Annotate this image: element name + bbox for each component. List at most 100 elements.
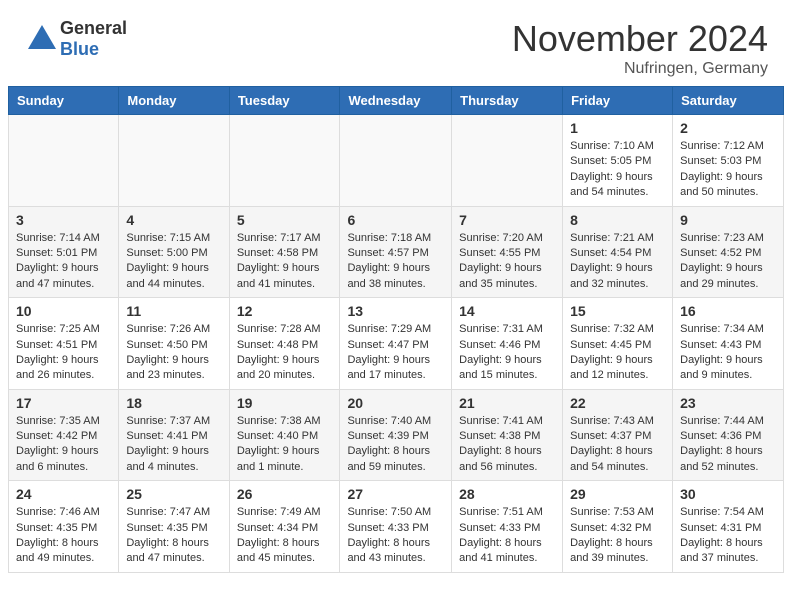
day-number: 19 [237, 395, 333, 411]
day-cell: 16 Sunrise: 7:34 AM Sunset: 4:43 PM Dayli… [673, 298, 784, 390]
day-number: 29 [570, 486, 665, 502]
day-number: 22 [570, 395, 665, 411]
day-cell: 28 Sunrise: 7:51 AM Sunset: 4:33 PM Dayli… [452, 481, 563, 573]
calendar-body: 1 Sunrise: 7:10 AM Sunset: 5:05 PM Daylig… [9, 115, 784, 573]
day-cell: 1 Sunrise: 7:10 AM Sunset: 5:05 PM Daylig… [563, 115, 673, 207]
day-info: Sunrise: 7:34 AM Sunset: 4:43 PM Dayligh… [680, 322, 776, 384]
day-info: Sunrise: 7:46 AM Sunset: 4:35 PM Dayligh… [16, 505, 111, 567]
calendar-table: SundayMondayTuesdayWednesdayThursdayFrid… [8, 86, 784, 573]
day-cell: 29 Sunrise: 7:53 AM Sunset: 4:32 PM Dayli… [563, 481, 673, 573]
day-header-wednesday: Wednesday [340, 87, 452, 115]
day-cell: 12 Sunrise: 7:28 AM Sunset: 4:48 PM Dayli… [229, 298, 340, 390]
day-cell: 7 Sunrise: 7:20 AM Sunset: 4:55 PM Daylig… [452, 206, 563, 298]
day-info: Sunrise: 7:53 AM Sunset: 4:32 PM Dayligh… [570, 505, 665, 567]
week-row-3: 10Sunrise: 7:25 AM Sunset: 4:51 PM Dayli… [9, 298, 784, 390]
day-cell: 4Sunrise: 7:15 AM Sunset: 5:00 PM Daylig… [119, 206, 229, 298]
day-cell: 26Sunrise: 7:49 AM Sunset: 4:34 PM Dayli… [229, 481, 340, 573]
day-info: Sunrise: 7:14 AM Sunset: 5:01 PM Dayligh… [16, 231, 111, 293]
day-cell: 5 Sunrise: 7:17 AM Sunset: 4:58 PM Daylig… [229, 206, 340, 298]
day-cell: 11 Sunrise: 7:26 AM Sunset: 4:50 PM Dayli… [119, 298, 229, 390]
day-cell: 22Sunrise: 7:43 AM Sunset: 4:37 PM Dayli… [563, 389, 673, 481]
day-number: 28 [459, 486, 555, 502]
day-cell: 10Sunrise: 7:25 AM Sunset: 4:51 PM Dayli… [9, 298, 119, 390]
day-info: Sunrise: 7:32 AM Sunset: 4:45 PM Dayligh… [570, 322, 665, 384]
day-number: 18 [126, 395, 221, 411]
day-info: Sunrise: 7:35 AM Sunset: 4:42 PM Dayligh… [16, 414, 111, 476]
day-number: 24 [16, 486, 111, 502]
day-cell: 14Sunrise: 7:31 AM Sunset: 4:46 PM Dayli… [452, 298, 563, 390]
day-number: 21 [459, 395, 555, 411]
day-number: 4 [126, 212, 221, 228]
day-number: 14 [459, 303, 555, 319]
day-info: Sunrise: 7:44 AM Sunset: 4:36 PM Dayligh… [680, 414, 776, 476]
day-number: 6 [347, 212, 444, 228]
logo-icon [24, 21, 60, 57]
day-header-sunday: Sunday [9, 87, 119, 115]
day-cell [119, 115, 229, 207]
day-info: Sunrise: 7:20 AM Sunset: 4:55 PM Dayligh… [459, 231, 555, 293]
day-header-saturday: Saturday [673, 87, 784, 115]
day-cell: 18 Sunrise: 7:37 AM Sunset: 4:41 PM Dayli… [119, 389, 229, 481]
day-info: Sunrise: 7:23 AM Sunset: 4:52 PM Dayligh… [680, 231, 776, 293]
day-info: Sunrise: 7:40 AM Sunset: 4:39 PM Dayligh… [347, 414, 444, 476]
day-cell: 9 Sunrise: 7:23 AM Sunset: 4:52 PM Daylig… [673, 206, 784, 298]
day-cell [9, 115, 119, 207]
day-header-thursday: Thursday [452, 87, 563, 115]
logo-blue: Blue [60, 39, 127, 60]
day-cell: 20 Sunrise: 7:40 AM Sunset: 4:39 PM Dayli… [340, 389, 452, 481]
day-cell [340, 115, 452, 207]
day-number: 30 [680, 486, 776, 502]
day-info: Sunrise: 7:41 AM Sunset: 4:38 PM Dayligh… [459, 414, 555, 476]
title-section: November 2024 Nufringen, Germany [512, 18, 768, 78]
day-number: 20 [347, 395, 444, 411]
logo: General Blue [24, 18, 127, 60]
page-header: General Blue November 2024 Nufringen, Ge… [0, 0, 792, 86]
day-number: 16 [680, 303, 776, 319]
day-number: 9 [680, 212, 776, 228]
day-info: Sunrise: 7:29 AM Sunset: 4:47 PM Dayligh… [347, 322, 444, 384]
day-number: 1 [570, 120, 665, 136]
day-number: 25 [126, 486, 221, 502]
day-number: 26 [237, 486, 333, 502]
day-info: Sunrise: 7:37 AM Sunset: 4:41 PM Dayligh… [126, 414, 221, 476]
day-number: 12 [237, 303, 333, 319]
day-info: Sunrise: 7:54 AM Sunset: 4:31 PM Dayligh… [680, 505, 776, 567]
day-cell: 13 Sunrise: 7:29 AM Sunset: 4:47 PM Dayli… [340, 298, 452, 390]
day-header-tuesday: Tuesday [229, 87, 340, 115]
day-number: 13 [347, 303, 444, 319]
day-info: Sunrise: 7:47 AM Sunset: 4:35 PM Dayligh… [126, 505, 221, 567]
day-info: Sunrise: 7:51 AM Sunset: 4:33 PM Dayligh… [459, 505, 555, 567]
day-info: Sunrise: 7:10 AM Sunset: 5:05 PM Dayligh… [570, 139, 665, 201]
day-number: 5 [237, 212, 333, 228]
day-info: Sunrise: 7:26 AM Sunset: 4:50 PM Dayligh… [126, 322, 221, 384]
day-info: Sunrise: 7:17 AM Sunset: 4:58 PM Dayligh… [237, 231, 333, 293]
day-info: Sunrise: 7:25 AM Sunset: 4:51 PM Dayligh… [16, 322, 111, 384]
location: Nufringen, Germany [512, 60, 768, 78]
day-info: Sunrise: 7:28 AM Sunset: 4:48 PM Dayligh… [237, 322, 333, 384]
day-cell: 27Sunrise: 7:50 AM Sunset: 4:33 PM Dayli… [340, 481, 452, 573]
day-info: Sunrise: 7:18 AM Sunset: 4:57 PM Dayligh… [347, 231, 444, 293]
logo-general: General [60, 18, 127, 39]
month-title: November 2024 [512, 18, 768, 60]
day-cell: 3 Sunrise: 7:14 AM Sunset: 5:01 PM Daylig… [9, 206, 119, 298]
day-number: 23 [680, 395, 776, 411]
day-number: 7 [459, 212, 555, 228]
day-cell: 19 Sunrise: 7:38 AM Sunset: 4:40 PM Dayli… [229, 389, 340, 481]
day-number: 17 [16, 395, 111, 411]
day-cell [229, 115, 340, 207]
day-info: Sunrise: 7:38 AM Sunset: 4:40 PM Dayligh… [237, 414, 333, 476]
day-number: 2 [680, 120, 776, 136]
week-row-1: 1 Sunrise: 7:10 AM Sunset: 5:05 PM Daylig… [9, 115, 784, 207]
day-cell: 25 Sunrise: 7:47 AM Sunset: 4:35 PM Dayli… [119, 481, 229, 573]
day-cell: 2Sunrise: 7:12 AM Sunset: 5:03 PM Daylig… [673, 115, 784, 207]
calendar-header-row: SundayMondayTuesdayWednesdayThursdayFrid… [9, 87, 784, 115]
day-number: 15 [570, 303, 665, 319]
day-cell: 6 Sunrise: 7:18 AM Sunset: 4:57 PM Daylig… [340, 206, 452, 298]
day-header-friday: Friday [563, 87, 673, 115]
day-info: Sunrise: 7:50 AM Sunset: 4:33 PM Dayligh… [347, 505, 444, 567]
day-number: 11 [126, 303, 221, 319]
day-cell [452, 115, 563, 207]
week-row-4: 17 Sunrise: 7:35 AM Sunset: 4:42 PM Dayli… [9, 389, 784, 481]
day-number: 3 [16, 212, 111, 228]
day-number: 8 [570, 212, 665, 228]
